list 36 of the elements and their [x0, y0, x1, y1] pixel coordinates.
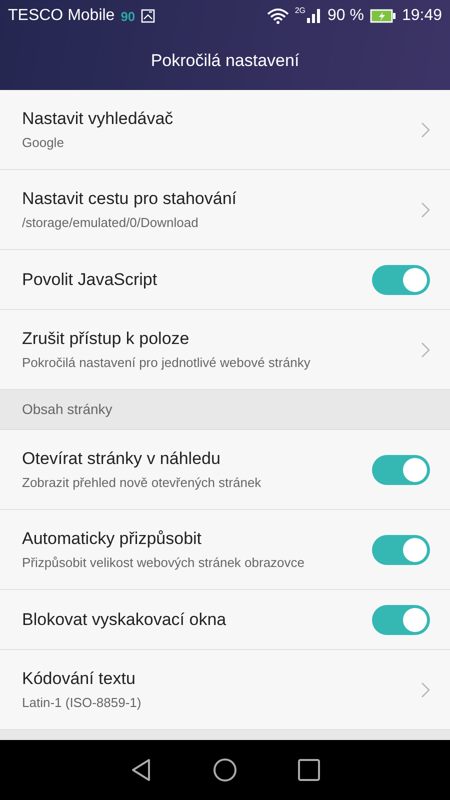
toggle-switch[interactable] [372, 534, 430, 564]
section-heading: Obsah stránky [0, 390, 450, 430]
setting-subtitle: Pokročilá nastavení pro jednotlivé webové stránky [22, 355, 312, 370]
setting-title: Povolit JavaScript [22, 270, 158, 290]
setting-title: Automaticky přizpůsobit [22, 529, 203, 549]
setting-subtitle: Přizpůsobit velikost webových stránek obrazovce [22, 555, 306, 570]
clock: 19:49 [402, 7, 442, 25]
network-type: 2G [294, 6, 306, 15]
setting-title: Kódování textu [22, 669, 136, 689]
toggle-switch[interactable] [372, 454, 430, 484]
chevron-icon [421, 342, 430, 358]
setting-title: Nastavit vyhledávač [22, 109, 174, 129]
wifi-icon [266, 8, 289, 24]
signal-icon [307, 9, 322, 23]
signal-strength-label: 90 [120, 8, 136, 24]
setting-title: Nastavit cestu pro stahování [22, 189, 238, 209]
setting-title: Blokovat vyskakovací okna [22, 610, 228, 630]
setting-title: Zrušit přístup k poloze [22, 329, 190, 349]
battery-icon [370, 9, 396, 23]
carrier: TESCO Mobile [8, 7, 115, 25]
setting-title: Otevírat stránky v náhledu [22, 449, 222, 469]
toggle-switch[interactable] [372, 264, 430, 294]
battery-percent: 90 % [327, 7, 364, 25]
setting-subtitle: Google [22, 135, 65, 150]
recents-icon[interactable] [298, 759, 320, 781]
image-icon [141, 9, 156, 23]
chevron-icon [421, 122, 430, 138]
chevron-icon [421, 682, 430, 698]
home-icon[interactable] [212, 758, 237, 782]
screen-title: Pokročilá nastavení [150, 50, 300, 72]
back-icon[interactable] [130, 758, 152, 782]
setting-subtitle: Latin-1 (ISO-8859-1) [22, 695, 142, 710]
toggle-switch[interactable] [372, 604, 430, 634]
chevron-icon [421, 202, 430, 218]
setting-subtitle: /storage/emulated/0/Download [22, 215, 200, 230]
setting-subtitle: Zobrazit přehled nově otevřených stránek [22, 475, 262, 490]
